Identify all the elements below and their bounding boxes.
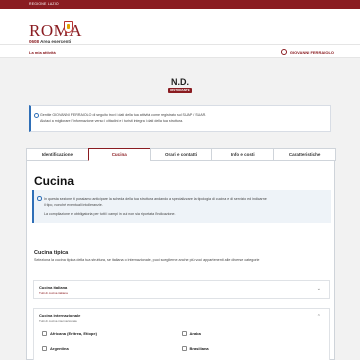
- category-badge: RISTORANTE: [168, 88, 192, 93]
- cucina-tipica-title: Cucina tipica: [34, 250, 69, 256]
- info-icon: [37, 196, 42, 201]
- site-header: ROMA 0608 Area esercenti: [0, 9, 360, 44]
- info-box: Gentile GIOVANNI FERRAIOLO di seguito tr…: [29, 105, 331, 132]
- nav-bar: La mia attività GIOVANNI FERRAIOLO: [0, 44, 360, 58]
- chevron-up-icon[interactable]: ⌃: [317, 314, 321, 320]
- info-line-2: Aiutaci a migliorare l'informazione vers…: [40, 119, 184, 123]
- alert-text-2: La compilazione e obbligatoria per tutti…: [44, 212, 176, 216]
- user-name: GIOVANNI FERRAIOLO: [289, 49, 334, 55]
- option-araba[interactable]: Araba: [181, 331, 322, 336]
- accordion-subtitle: Tutti di cucina internazionale: [39, 319, 77, 323]
- alert-text-1b: il tipo, nonché eventuali intolleranzie.: [44, 203, 103, 207]
- section-title: Cucina: [34, 174, 75, 188]
- user-icon: [280, 49, 287, 55]
- option-africana[interactable]: Africana (Eritrea, Etiope): [42, 331, 182, 336]
- my-activity-link[interactable]: La mia attività: [29, 50, 56, 55]
- tab-cucina[interactable]: Cucina: [87, 148, 151, 161]
- tab-info-costi[interactable]: Info e costi: [211, 148, 275, 161]
- tab-orari-contatti[interactable]: Orari e contatti: [149, 148, 213, 161]
- page-title: N.D.: [171, 77, 189, 87]
- checkbox[interactable]: [42, 331, 47, 336]
- accordion-title: Cucina internazionale: [39, 313, 81, 318]
- accordion-title: Cucina italiana: [39, 285, 68, 290]
- section-tabs: Identificazione Cucina Orari e contatti …: [26, 148, 336, 161]
- logo-roma[interactable]: ROMA: [29, 21, 82, 41]
- cucina-tipica-desc: Seleziona la cucina tipica della tua str…: [34, 258, 260, 262]
- tab-identificazione[interactable]: Identificazione: [26, 148, 89, 161]
- cucina-panel: Cucina In questa sezione ti possiamo ant…: [26, 161, 335, 360]
- checkbox[interactable]: [181, 346, 187, 351]
- option-brasiliana[interactable]: Brasiliana: [181, 346, 322, 351]
- accordion-subtitle: Tutti di cucina italiana: [39, 291, 68, 295]
- region-topbar: REGIONE LAZIO: [0, 0, 360, 9]
- accordion-cucina-italiana[interactable]: Cucina italiana Tutti di cucina italiana…: [33, 280, 330, 299]
- checkbox[interactable]: [42, 346, 47, 351]
- roma-crest-icon: [64, 21, 73, 33]
- checkbox[interactable]: [181, 331, 187, 336]
- cucina-alert: In questa sezione ti possiamo anticipare…: [32, 190, 331, 223]
- user-menu[interactable]: GIOVANNI FERRAIOLO: [280, 49, 334, 55]
- chevron-down-icon[interactable]: ⌄: [317, 286, 321, 292]
- options-grid: Africana (Eritrea, Etiope) Araba Argenti…: [34, 327, 329, 351]
- option-argentina[interactable]: Argentina: [42, 346, 182, 351]
- tab-caratteristiche[interactable]: Caratteristiche: [273, 148, 336, 161]
- accordion-cucina-internazionale[interactable]: Cucina internazionale Tutti di cucina in…: [33, 308, 330, 360]
- info-icon: [34, 113, 39, 118]
